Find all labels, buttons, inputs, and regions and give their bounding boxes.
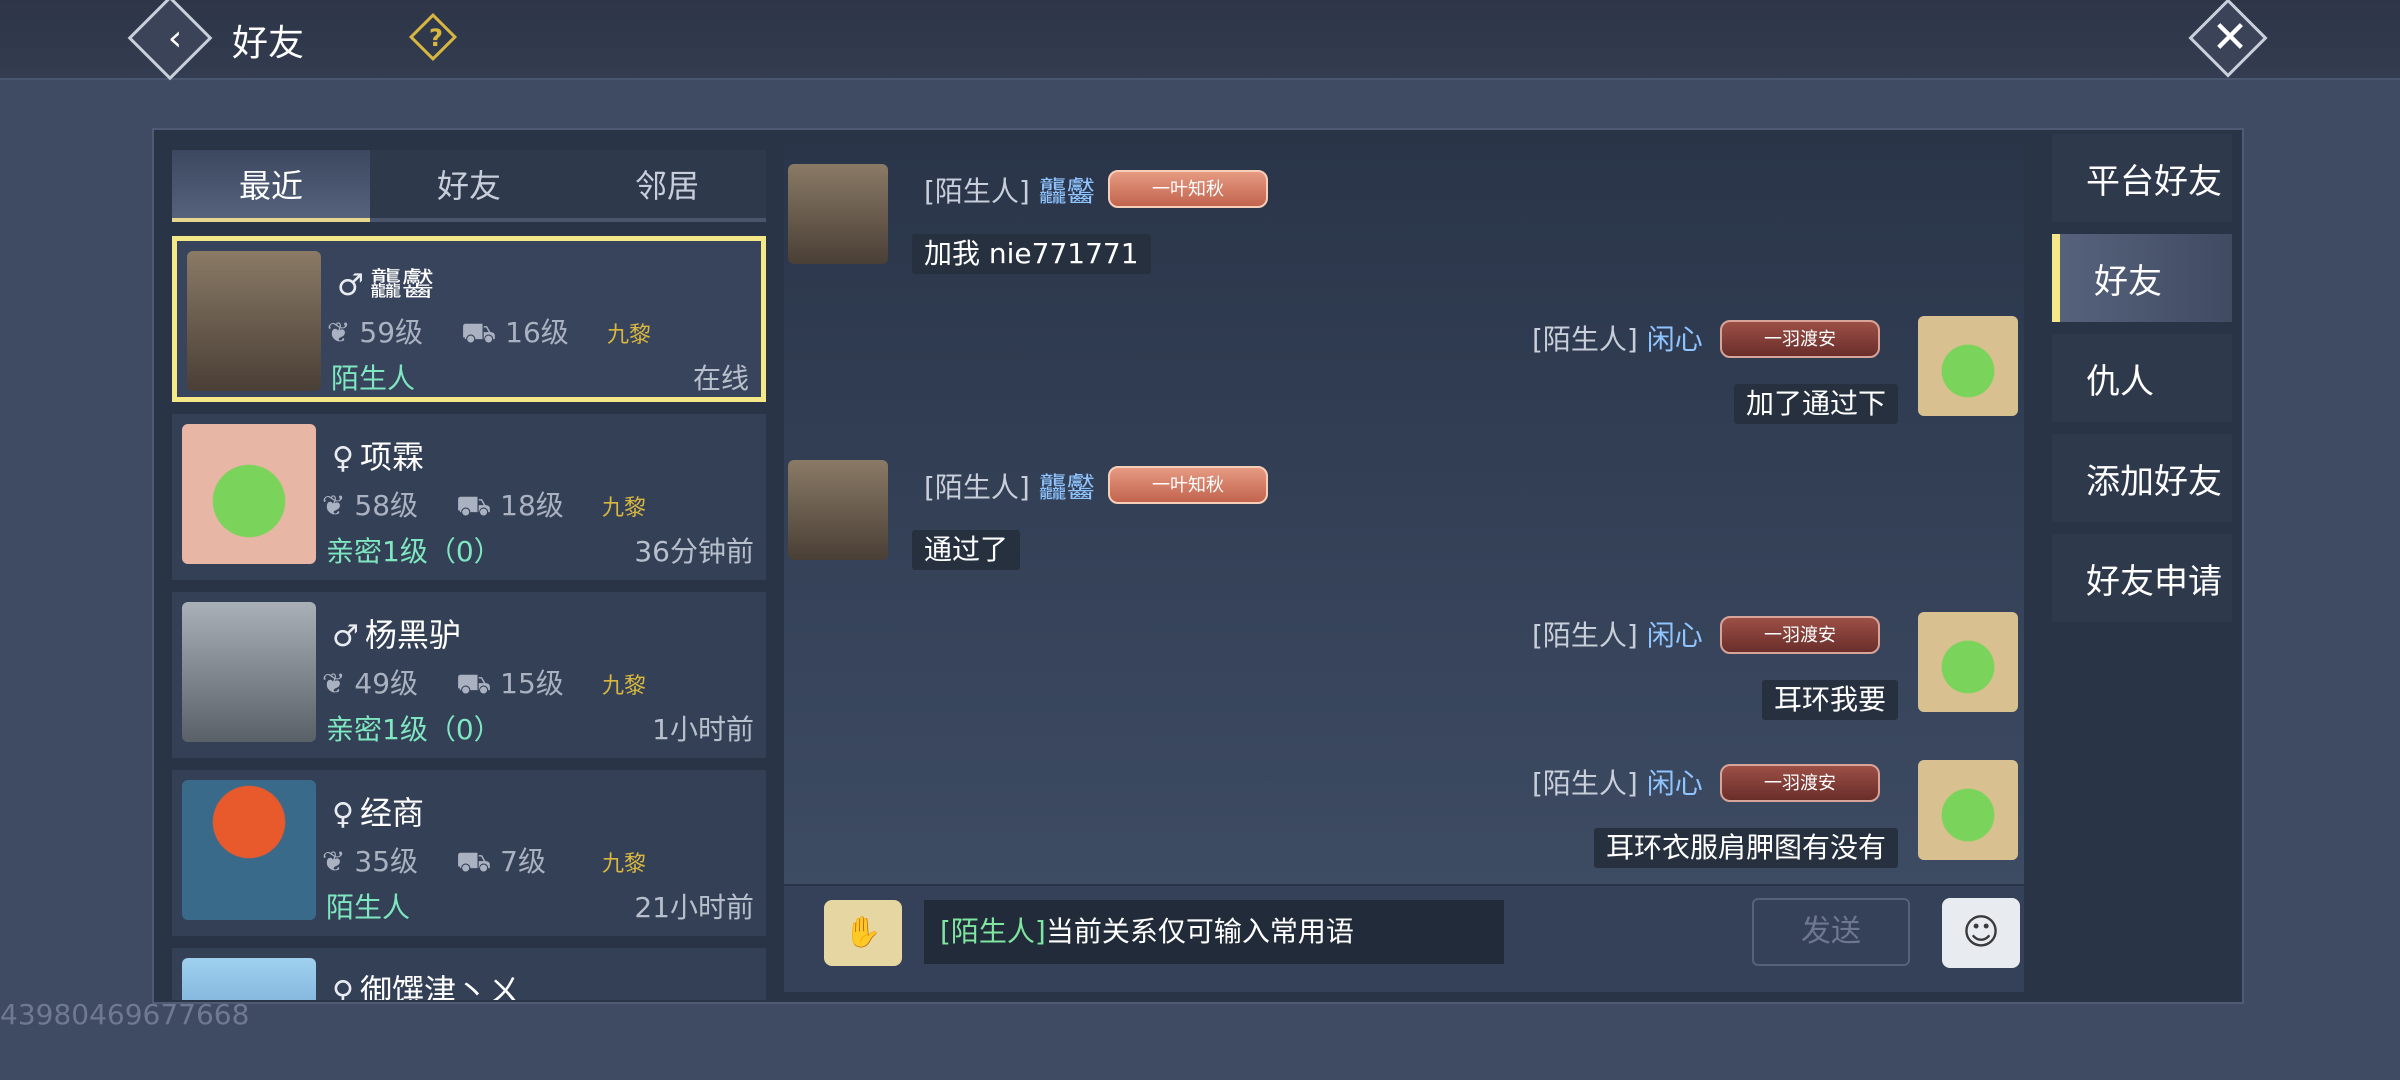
friend-list[interactable]: ♂ 龘齾 ❦ 59级 ⛟ 16级 九黎 陌生人 在线 ♀ 项霖 ❦ 58级 ⛟ 18级 … [172, 236, 766, 1000]
friend-item-1[interactable]: ♂ 龘齾 ❦ 59级 ⛟ 16级 九黎 陌生人 在线 [172, 236, 766, 402]
chat-input[interactable]: [陌生人]当前关系仅可输入常用语 [924, 900, 1504, 964]
friend-levels: ❦ 58级 ⛟ 18级 [322, 489, 564, 522]
level-icon: ❦ [322, 845, 346, 878]
time-label: 1小时前 [652, 713, 754, 746]
title-badge: 一叶知秋 [1108, 466, 1268, 504]
friend-item-2[interactable]: ♀ 项霖 ❦ 58级 ⛟ 18级 九黎 亲密1级（0） 36分钟前 [172, 414, 766, 580]
chat-avatar [1918, 316, 2018, 416]
chat-avatar [1918, 612, 2018, 712]
relation-label: 亲密1级（0） [326, 713, 502, 746]
question-icon[interactable]: ? [416, 18, 456, 58]
rank-label: 九黎 [602, 674, 647, 699]
title-badge: 一羽渡安 [1720, 320, 1880, 358]
message-bubble: 通过了 [912, 530, 1021, 570]
mount-icon: ⛟ [456, 489, 492, 522]
send-button[interactable]: 发送 [1752, 898, 1910, 966]
side-menu: 平台好友 好友 仇人 添加好友 好友申请 [2052, 134, 2232, 634]
title-badge: 一叶知秋 [1108, 170, 1268, 208]
side-item-friend-requests[interactable]: 好友申请 [2052, 534, 2232, 622]
chat-avatar [788, 164, 888, 264]
chat-area[interactable]: [陌生人] 龘齾 一叶知秋 加我 nie771771 [陌生人] 闲心 一羽渡安… [784, 144, 2024, 884]
rank-label: 九黎 [602, 852, 647, 877]
time-label: 21小时前 [634, 891, 754, 924]
message-bubble: 加我 nie771771 [912, 234, 1151, 274]
relation-label: 陌生人 [326, 891, 411, 924]
sender-name: [陌生人] 闲心 [1532, 767, 1703, 800]
sender-name: [陌生人] 闲心 [1532, 323, 1703, 356]
mount-icon: ⛟ [461, 316, 497, 349]
avatar [187, 251, 321, 391]
side-item-platform-friends[interactable]: 平台好友 [2052, 134, 2232, 222]
friend-levels: ❦ 59级 ⛟ 16级 [327, 316, 569, 349]
friend-name: ♂ 杨黑驴 [332, 616, 461, 654]
friend-name: ♀ 经商 [332, 794, 424, 832]
rank-label: 九黎 [602, 496, 647, 521]
chat-avatar [788, 460, 888, 560]
chat-avatar [1918, 760, 2018, 860]
side-item-friends[interactable]: 好友 [2052, 234, 2232, 322]
friend-item-3[interactable]: ♂ 杨黑驴 ❦ 49级 ⛟ 15级 九黎 亲密1级（0） 1小时前 [172, 592, 766, 758]
top-bar [0, 0, 2400, 80]
title-badge: 一羽渡安 [1720, 616, 1880, 654]
sender-name: [陌生人] 龘齾 [924, 175, 1095, 208]
avatar [182, 424, 316, 564]
friend-tabs: 最近 好友 邻居 [172, 150, 766, 222]
status-label: 在线 [692, 362, 749, 395]
side-item-enemies[interactable]: 仇人 [2052, 334, 2232, 422]
avatar [182, 780, 316, 920]
friend-item-5[interactable]: ♀ 御馔津丶ㄨ [172, 948, 766, 1000]
page-title: 好友 [232, 23, 305, 64]
sender-name: [陌生人] 龘齾 [924, 471, 1095, 504]
close-icon[interactable]: ✕ [2200, 8, 2260, 68]
friend-name: ♀ 项霖 [332, 438, 424, 476]
message-bubble: 加了通过下 [1734, 384, 1899, 424]
friend-item-4[interactable]: ♀ 经商 ❦ 35级 ⛟ 7级 九黎 陌生人 21小时前 [172, 770, 766, 936]
friend-levels: ❦ 49级 ⛟ 15级 [322, 667, 564, 700]
level-icon: ❦ [322, 667, 346, 700]
level-icon: ❦ [322, 489, 346, 522]
tab-recent[interactable]: 最近 [172, 150, 370, 222]
rank-label: 九黎 [607, 323, 652, 348]
user-id-watermark: 43980469677668 [0, 998, 250, 1031]
title-badge: 一羽渡安 [1720, 764, 1880, 802]
mount-icon: ⛟ [456, 845, 492, 878]
level-icon: ❦ [327, 316, 351, 349]
side-item-add-friend[interactable]: 添加好友 [2052, 434, 2232, 522]
friend-name: ♀ 御馔津丶ㄨ [332, 972, 520, 1000]
relation-label: 亲密1级（0） [326, 535, 502, 568]
message-bubble: 耳环我要 [1762, 680, 1899, 720]
emoji-icon[interactable]: ☺ [1942, 898, 2020, 968]
friend-name: ♂ 龘齾 [337, 265, 434, 303]
voice-icon[interactable]: ✋ [824, 900, 902, 966]
avatar [182, 958, 316, 1000]
time-label: 36分钟前 [634, 535, 754, 568]
message-bubble: 耳环衣服肩胛图有没有 [1594, 828, 1899, 868]
tab-friends[interactable]: 好友 [370, 150, 568, 222]
sender-name: [陌生人] 闲心 [1532, 619, 1703, 652]
avatar [182, 602, 316, 742]
friend-levels: ❦ 35级 ⛟ 7级 [322, 845, 546, 878]
chat-input-bar: ✋ [陌生人]当前关系仅可输入常用语 发送 ☺ [784, 886, 2024, 992]
mount-icon: ⛟ [456, 667, 492, 700]
relation-label: 陌生人 [331, 362, 416, 395]
back-arrow-icon[interactable]: ‹ [150, 10, 200, 66]
tab-neighbors[interactable]: 邻居 [568, 150, 766, 222]
